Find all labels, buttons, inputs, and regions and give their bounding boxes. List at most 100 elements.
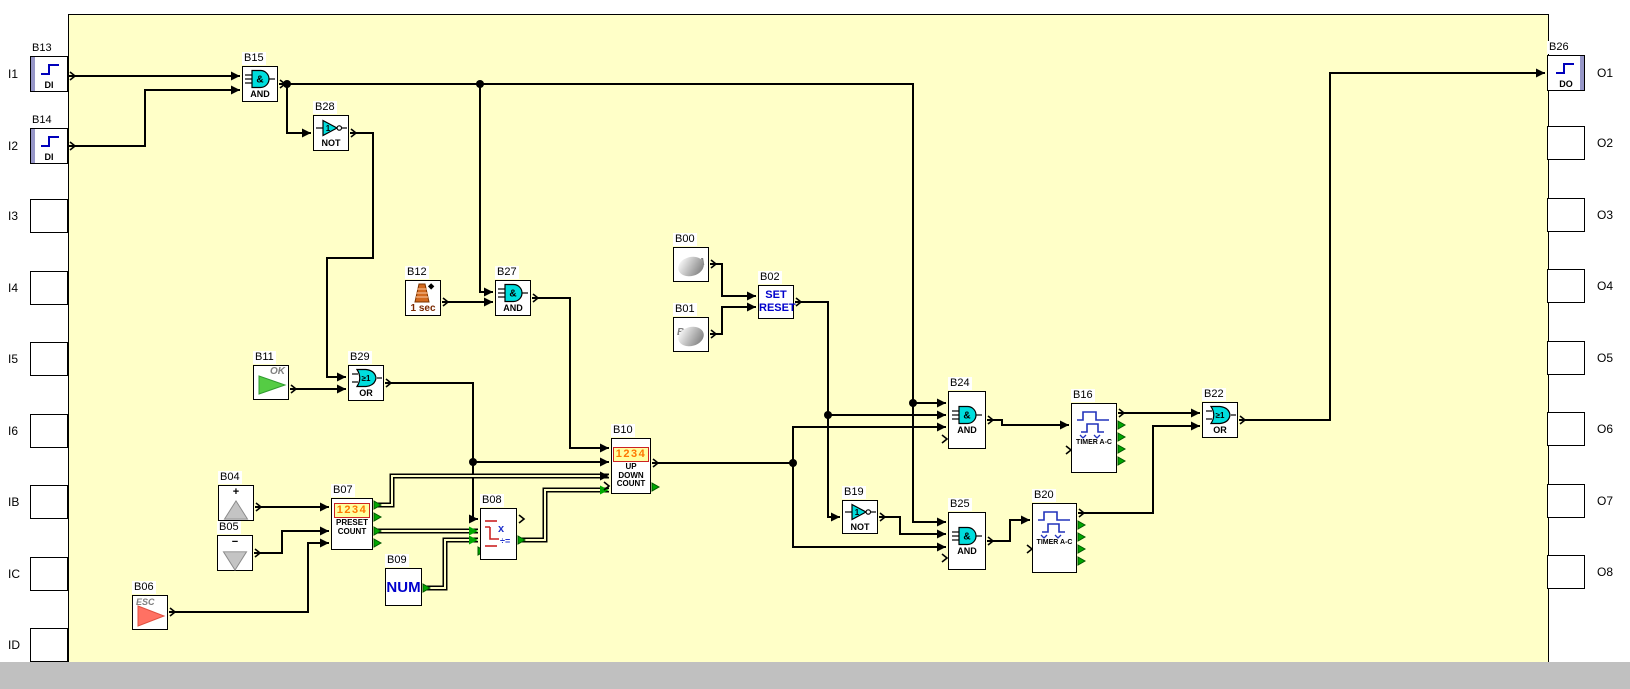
or-gate-icon: ≥1 (349, 368, 383, 388)
block-label: B27 (495, 266, 519, 279)
function-block-b27[interactable]: &ANDB27 (495, 280, 531, 316)
function-block-b10[interactable]: 1234UP DOWNCOUNTB10 (611, 438, 651, 494)
svg-text:÷=: ÷= (500, 536, 510, 546)
output-port-o5[interactable] (1547, 341, 1585, 375)
function-block-b09[interactable]: NUMB09 (385, 568, 422, 606)
timer-waveform-icon (1035, 509, 1075, 539)
svg-text:&: & (963, 411, 970, 422)
clock-caption: 1 sec (410, 303, 435, 314)
gate-caption: NOT (851, 522, 870, 532)
function-block-b00[interactable]: AB00 (673, 247, 709, 282)
function-block-b29[interactable]: ≥1ORB29 (348, 365, 384, 401)
output-port-o7[interactable] (1547, 484, 1585, 518)
svg-text:≥1: ≥1 (1216, 411, 1225, 420)
block-label: B05 (217, 521, 241, 534)
function-block-b11[interactable]: OKB11 (253, 365, 289, 400)
io-label-i4: I4 (8, 281, 18, 295)
gate-caption: AND (250, 89, 270, 99)
and-gate-icon: & (243, 69, 277, 89)
function-block-b16[interactable]: TIMER A-CB16 (1071, 403, 1117, 473)
io-label-i2: I2 (8, 139, 18, 153)
gate-caption: OR (359, 388, 373, 398)
output-port-o2[interactable] (1547, 126, 1585, 160)
input-port-ic[interactable] (30, 557, 68, 591)
function-block-b15[interactable]: &ANDB15 (242, 66, 278, 102)
io-label-ic: IC (8, 567, 20, 581)
digital-step-icon (38, 133, 62, 149)
block-label: B01 (673, 303, 697, 316)
gate-caption: AND (503, 303, 523, 313)
block-label: B29 (348, 351, 372, 364)
function-block-b19[interactable]: 1NOTB19 (842, 500, 878, 534)
output-port-o8[interactable] (1547, 555, 1585, 589)
function-block-b04[interactable]: +B04 (218, 485, 254, 521)
counter-value-badge: 1234 (334, 503, 370, 518)
output-port-o3[interactable] (1547, 198, 1585, 232)
block-label: B02 (758, 271, 782, 284)
compare-icon: x÷= (482, 512, 515, 558)
function-block-b06[interactable]: ESCB06 (132, 595, 168, 630)
io-label-o5: O5 (1597, 351, 1613, 365)
or-gate-icon: ≥1 (1203, 405, 1237, 425)
fbd-editor-window: { "window": {"title": "function-block-di… (0, 0, 1630, 689)
block-label: B15 (242, 52, 266, 65)
and-gate-icon: & (950, 405, 984, 425)
block-label: B20 (1032, 489, 1056, 502)
input-port-i3[interactable] (30, 199, 68, 233)
io-label-i6: I6 (8, 424, 18, 438)
not-gate-icon: 1 (314, 118, 348, 138)
io-label-o3: O3 (1597, 208, 1613, 222)
io-label-o8: O8 (1597, 565, 1613, 579)
input-port-i2[interactable]: DIB14 (30, 128, 68, 164)
io-kind-label: DI (31, 80, 67, 90)
timer-caption: TIMER A-C (1033, 539, 1076, 547)
input-port-i6[interactable] (30, 414, 68, 448)
block-label: B16 (1071, 389, 1095, 402)
function-block-b28[interactable]: 1NOTB28 (313, 115, 349, 151)
input-port-i5[interactable] (30, 342, 68, 376)
function-block-b02[interactable]: SETRESETB02 (758, 285, 794, 319)
function-block-b07[interactable]: 1234PRESETCOUNTB07 (331, 498, 373, 550)
io-label-o6: O6 (1597, 422, 1613, 436)
gate-caption: AND (957, 546, 977, 556)
io-kind-label: DI (31, 152, 67, 162)
svg-text:&: & (256, 75, 263, 86)
diagram-canvas[interactable] (68, 14, 1549, 664)
not-gate-icon: 1 (843, 502, 877, 522)
input-port-i1[interactable]: DIB13 (30, 56, 68, 92)
input-port-id[interactable] (30, 628, 68, 662)
function-block-b22[interactable]: ≥1ORB22 (1202, 402, 1238, 438)
io-label-ib: IB (8, 495, 19, 509)
function-block-b01[interactable]: BB01 (673, 317, 709, 352)
io-label-i5: I5 (8, 352, 18, 366)
function-block-b24[interactable]: &ANDB24 (948, 391, 986, 449)
ok-button-icon (256, 374, 288, 398)
function-block-b05[interactable]: −B05 (217, 535, 253, 571)
io-label-id: ID (8, 638, 20, 652)
output-port-o4[interactable] (1547, 269, 1585, 303)
io-label-o7: O7 (1597, 494, 1613, 508)
arrow-up-icon (221, 497, 251, 522)
svg-text:≥1: ≥1 (362, 374, 371, 383)
svg-text:1: 1 (855, 508, 860, 517)
function-block-b25[interactable]: &ANDB25 (948, 512, 986, 570)
io-label-o1: O1 (1597, 66, 1613, 80)
clock-1sec-icon (406, 283, 440, 303)
output-port-o6[interactable] (1547, 412, 1585, 446)
block-label: B04 (218, 471, 242, 484)
output-port-o1[interactable]: DOB26 (1547, 55, 1585, 91)
block-label: B24 (948, 377, 972, 390)
function-block-b20[interactable]: TIMER A-CB20 (1032, 503, 1077, 573)
set-label: SET (759, 289, 793, 302)
block-label: B08 (480, 494, 504, 507)
function-block-b08[interactable]: x÷=B08 (480, 508, 517, 560)
block-label: B12 (405, 266, 429, 279)
block-label: B00 (673, 233, 697, 246)
function-block-b12[interactable]: 1 secB12 (405, 280, 441, 316)
input-port-ib[interactable] (30, 485, 68, 519)
svg-text:x: x (498, 523, 505, 535)
counter-caption: PRESETCOUNT (332, 519, 372, 536)
arrow-down-icon (220, 547, 250, 572)
input-port-i4[interactable] (30, 271, 68, 305)
io-label-i1: I1 (8, 67, 18, 81)
